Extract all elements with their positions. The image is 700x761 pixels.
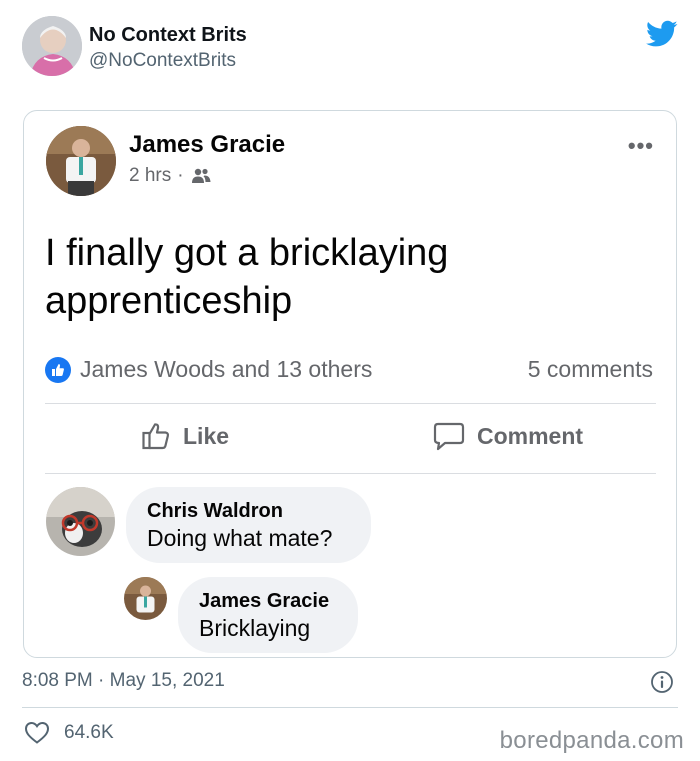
thumbs-up-icon xyxy=(142,423,170,450)
tweet-header: No Context Brits @NoContextBrits xyxy=(22,16,682,82)
tweet-footer-divider xyxy=(22,707,678,708)
info-icon[interactable] xyxy=(650,670,674,694)
reply-text: Bricklaying xyxy=(199,615,311,641)
tweet-author-name[interactable]: No Context Brits xyxy=(89,24,247,47)
comment-label: Comment xyxy=(477,422,584,449)
heart-icon[interactable] xyxy=(24,721,50,745)
comments-count: 5 comments xyxy=(527,356,653,382)
boredpanda-watermark: boredpanda.com xyxy=(499,727,684,754)
friends-icon xyxy=(191,168,211,183)
like-button[interactable]: 64.6K xyxy=(24,721,114,745)
reactions-summary: James Woods and 13 others xyxy=(45,356,372,383)
comment-action: Comment xyxy=(433,421,583,451)
facebook-post-screenshot: James Gracie 2 hrs · ••• I finally got a… xyxy=(23,110,677,658)
post-text: I finally got a bricklaying apprenticesh… xyxy=(45,232,449,322)
tweet-author-avatar[interactable] xyxy=(22,16,82,76)
actions-top-divider xyxy=(45,403,656,404)
reply-author: James Gracie xyxy=(199,590,330,612)
like-count: 64.6K xyxy=(64,722,114,743)
reactions-text: James Woods and 13 others xyxy=(80,356,373,382)
comment-author: Chris Waldron xyxy=(147,500,283,522)
post-author-avatar xyxy=(46,126,116,196)
like-reaction-icon xyxy=(45,356,71,383)
twitter-bird-icon[interactable] xyxy=(646,20,678,48)
post-time: 2 hrs xyxy=(129,165,172,186)
like-label: Like xyxy=(183,422,230,449)
tweet-author-handle[interactable]: @NoContextBrits xyxy=(89,50,236,72)
more-options-icon: ••• xyxy=(627,133,654,158)
comment-bubble-icon xyxy=(433,422,465,451)
actions-bottom-divider xyxy=(45,473,656,474)
post-meta: 2 hrs · xyxy=(129,165,212,187)
like-action: Like xyxy=(141,421,229,451)
comment-text: Doing what mate? xyxy=(147,525,333,551)
meta-separator: · xyxy=(177,165,184,186)
commenter-avatar xyxy=(46,487,115,556)
reply-author-avatar xyxy=(124,577,167,620)
post-author-name: James Gracie xyxy=(129,131,286,158)
tweet-timestamp[interactable]: 8:08 PM · May 15, 2021 xyxy=(22,670,225,692)
